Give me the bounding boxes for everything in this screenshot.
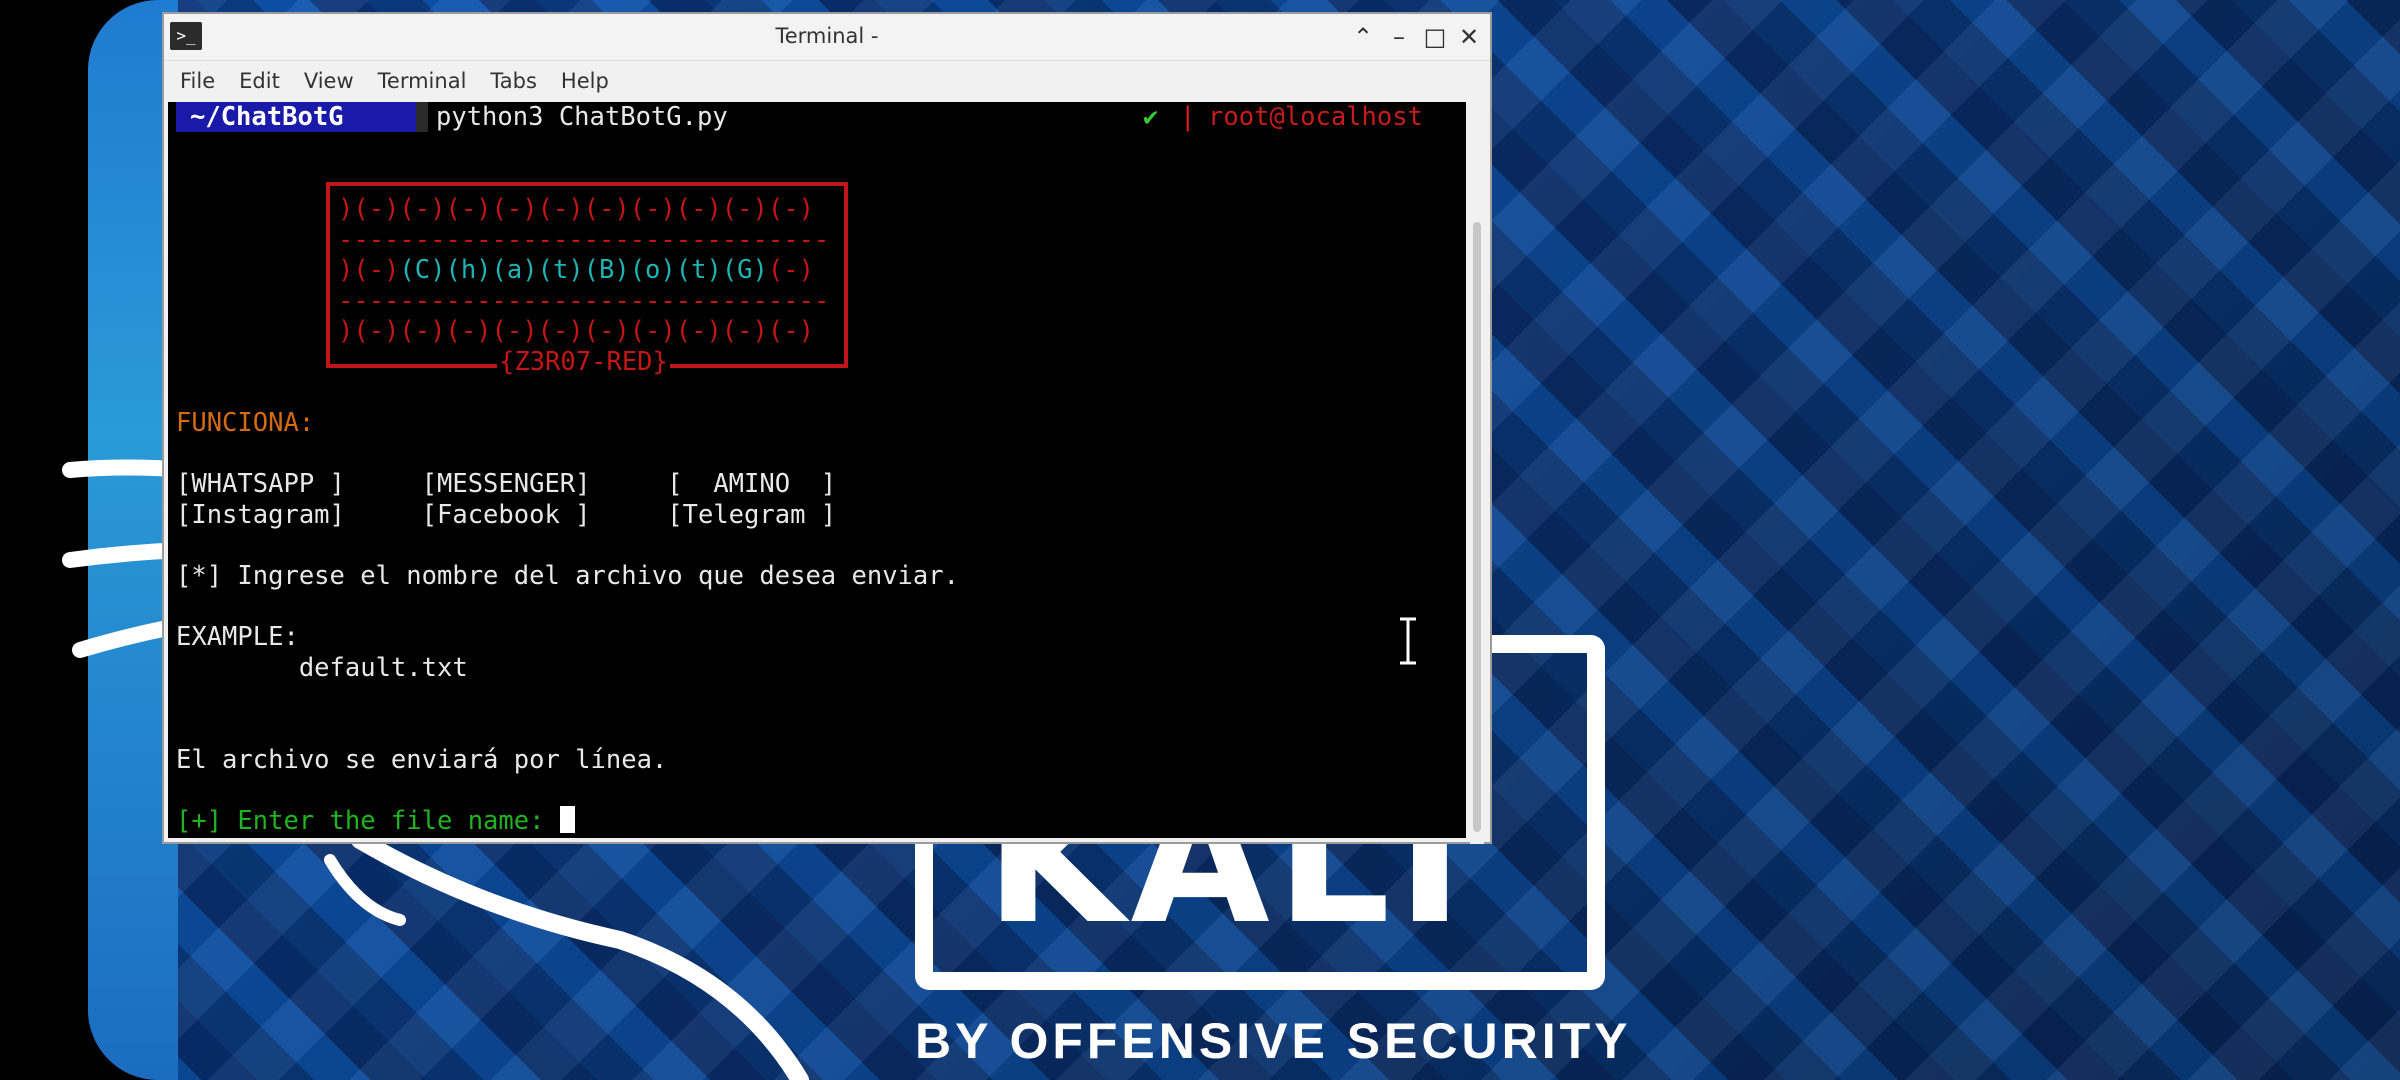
file-name-input[interactable]: [+] Enter the file name:	[176, 806, 575, 837]
terminal-window: >_ Terminal - ⌃ – □ ✕ File Edit View Ter…	[162, 12, 1492, 844]
ibeam-cursor-icon	[1400, 616, 1416, 666]
platforms-row-2: [Instagram] [Facebook ] [Telegram ]	[176, 500, 837, 530]
input-prompt: [+] Enter the file name:	[176, 806, 560, 836]
kali-tagline: BY OFFENSIVE SECURITY	[915, 1013, 1632, 1069]
banner-rule-2: --------------------------------	[338, 286, 830, 316]
banner-signature: {Z3R07-RED}	[497, 347, 670, 378]
chevron-up-icon[interactable]: ⌃	[1346, 20, 1380, 54]
menu-tabs[interactable]: Tabs	[490, 69, 537, 93]
prompt-separator	[416, 102, 428, 132]
menu-terminal[interactable]: Terminal	[378, 69, 467, 93]
banner-rule-1: --------------------------------	[338, 225, 830, 255]
scrollbar-thumb[interactable]	[1473, 222, 1481, 832]
menu-file[interactable]: File	[180, 69, 215, 93]
terminal-output[interactable]: ~/ChatBotG python3 ChatBotG.py ✔ | root@…	[168, 102, 1466, 838]
funciona-label: FUNCIONA:	[176, 408, 315, 438]
check-icon: ✔	[1143, 102, 1159, 132]
prompt-command: python3 ChatBotG.py	[436, 102, 728, 132]
prompt-user-host: root@localhost	[1208, 102, 1423, 132]
window-titlebar[interactable]: >_ Terminal - ⌃ – □ ✕	[164, 14, 1490, 61]
example-label: EXAMPLE:	[176, 622, 299, 652]
prompt-status-separator: |	[1180, 102, 1196, 132]
menu-view[interactable]: View	[304, 69, 354, 93]
menu-edit[interactable]: Edit	[239, 69, 280, 93]
banner-row-3: )(-)(-)(-)(-)(-)(-)(-)(-)(-)(-)	[338, 316, 814, 346]
minimize-icon[interactable]: –	[1382, 20, 1416, 54]
banner-row-2: )(-)(C)(h)(a)(t)(B)(o)(t)(G)(-)	[338, 255, 814, 285]
close-icon[interactable]: ✕	[1452, 20, 1486, 54]
note-line: El archivo se enviará por línea.	[176, 745, 668, 775]
maximize-icon[interactable]: □	[1418, 20, 1452, 54]
instruction-line: [*] Ingrese el nombre del archivo que de…	[176, 561, 959, 591]
platforms-row-1: [WHATSAPP ] [MESSENGER] [ AMINO ]	[176, 469, 837, 499]
window-title: Terminal -	[775, 24, 879, 48]
banner-row-1: )(-)(-)(-)(-)(-)(-)(-)(-)(-)(-)	[338, 194, 814, 224]
prompt-path: ~/ChatBotG	[176, 102, 416, 132]
scrollbar[interactable]	[1470, 132, 1484, 844]
text-cursor	[559, 806, 575, 833]
example-value: default.txt	[176, 653, 468, 683]
menu-bar: File Edit View Terminal Tabs Help	[164, 61, 1490, 101]
menu-help[interactable]: Help	[561, 69, 609, 93]
